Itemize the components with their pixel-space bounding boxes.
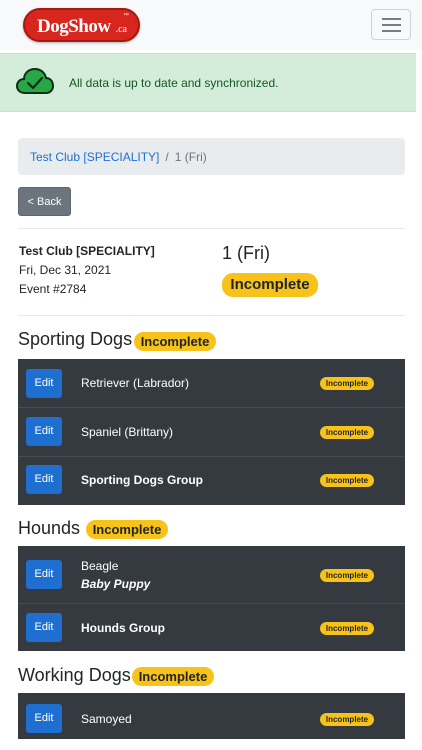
club-name: Test Club [SPECIALITY] [19,244,155,258]
divider [18,315,405,316]
event-date: Fri, Dec 31, 2021 [19,263,112,277]
group-status-badge: Incomplete [86,520,168,539]
breadcrumb-club-link[interactable]: Test Club [SPECIALITY] [30,150,159,164]
row-status-badge: Incomplete [320,426,374,439]
sync-status-message: All data is up to date and synchronized. [69,76,279,90]
logo-trademark: ™ [123,13,129,19]
edit-button[interactable]: Edit [26,369,62,398]
sporting-dogs-table: Edit Retriever (Labrador) Incomplete Edi… [18,359,405,505]
row-label: Sporting Dogs Group [81,473,203,487]
group-status-badge: Incomplete [132,667,214,686]
dogshow-logo[interactable]: DogShow ™ .ca [23,8,140,42]
event-status-badge: Incomplete [222,273,318,297]
row-status-badge: Incomplete [320,569,374,582]
edit-button[interactable]: Edit [26,417,62,446]
divider [18,228,405,229]
row-status-badge: Incomplete [320,474,374,487]
row-status-badge: Incomplete [320,377,374,390]
table-row: Edit Beagle Baby Puppy Incomplete [18,546,405,603]
back-button[interactable]: < Back [18,187,71,216]
cloud-check-icon [16,67,54,94]
table-row: Edit Spaniel (Brittany) Incomplete [18,408,405,456]
row-label: Beagle [81,559,119,573]
edit-button[interactable]: Edit [26,560,62,589]
show-day: 1 (Fri) [222,243,270,263]
edit-button[interactable]: Edit [26,613,62,642]
row-status-badge: Incomplete [320,713,374,726]
table-row: Edit Sporting Dogs Group Incomplete [18,457,405,505]
logo-brand-text: DogShow [37,16,111,37]
breadcrumb-separator: / [165,150,169,164]
row-label: Samoyed [81,712,132,726]
navbar: DogShow ™ .ca [0,0,422,50]
table-row: Edit Hounds Group Incomplete [18,604,405,651]
breadcrumb: Test Club [SPECIALITY] / 1 (Fri) [18,138,405,175]
row-sublabel: Baby Puppy [81,577,151,591]
row-label: Hounds Group [81,621,165,635]
row-label: Retriever (Labrador) [81,376,190,390]
event-number: Event #2784 [19,282,87,296]
group-title-hounds: Hounds [18,518,81,538]
logo-tld: .ca [115,24,127,35]
edit-button[interactable]: Edit [26,704,62,733]
group-title-sporting-dogs: Sporting Dogs [18,329,133,349]
group-title-working-dogs: Working Dogs [18,665,131,685]
working-dogs-table: Edit Samoyed Incomplete [18,693,405,739]
table-row: Edit Retriever (Labrador) Incomplete [18,359,405,407]
hamburger-menu-icon[interactable] [371,9,411,40]
breadcrumb-current: 1 (Fri) [174,150,207,164]
hounds-table: Edit Beagle Baby Puppy Incomplete Edit H… [18,546,405,651]
edit-button[interactable]: Edit [26,465,62,494]
table-row: Edit Samoyed Incomplete [18,693,405,739]
sync-status-alert: All data is up to date and synchronized. [0,53,416,112]
row-status-badge: Incomplete [320,622,374,635]
row-label: Spaniel (Brittany) [81,425,174,439]
group-status-badge: Incomplete [134,332,216,351]
